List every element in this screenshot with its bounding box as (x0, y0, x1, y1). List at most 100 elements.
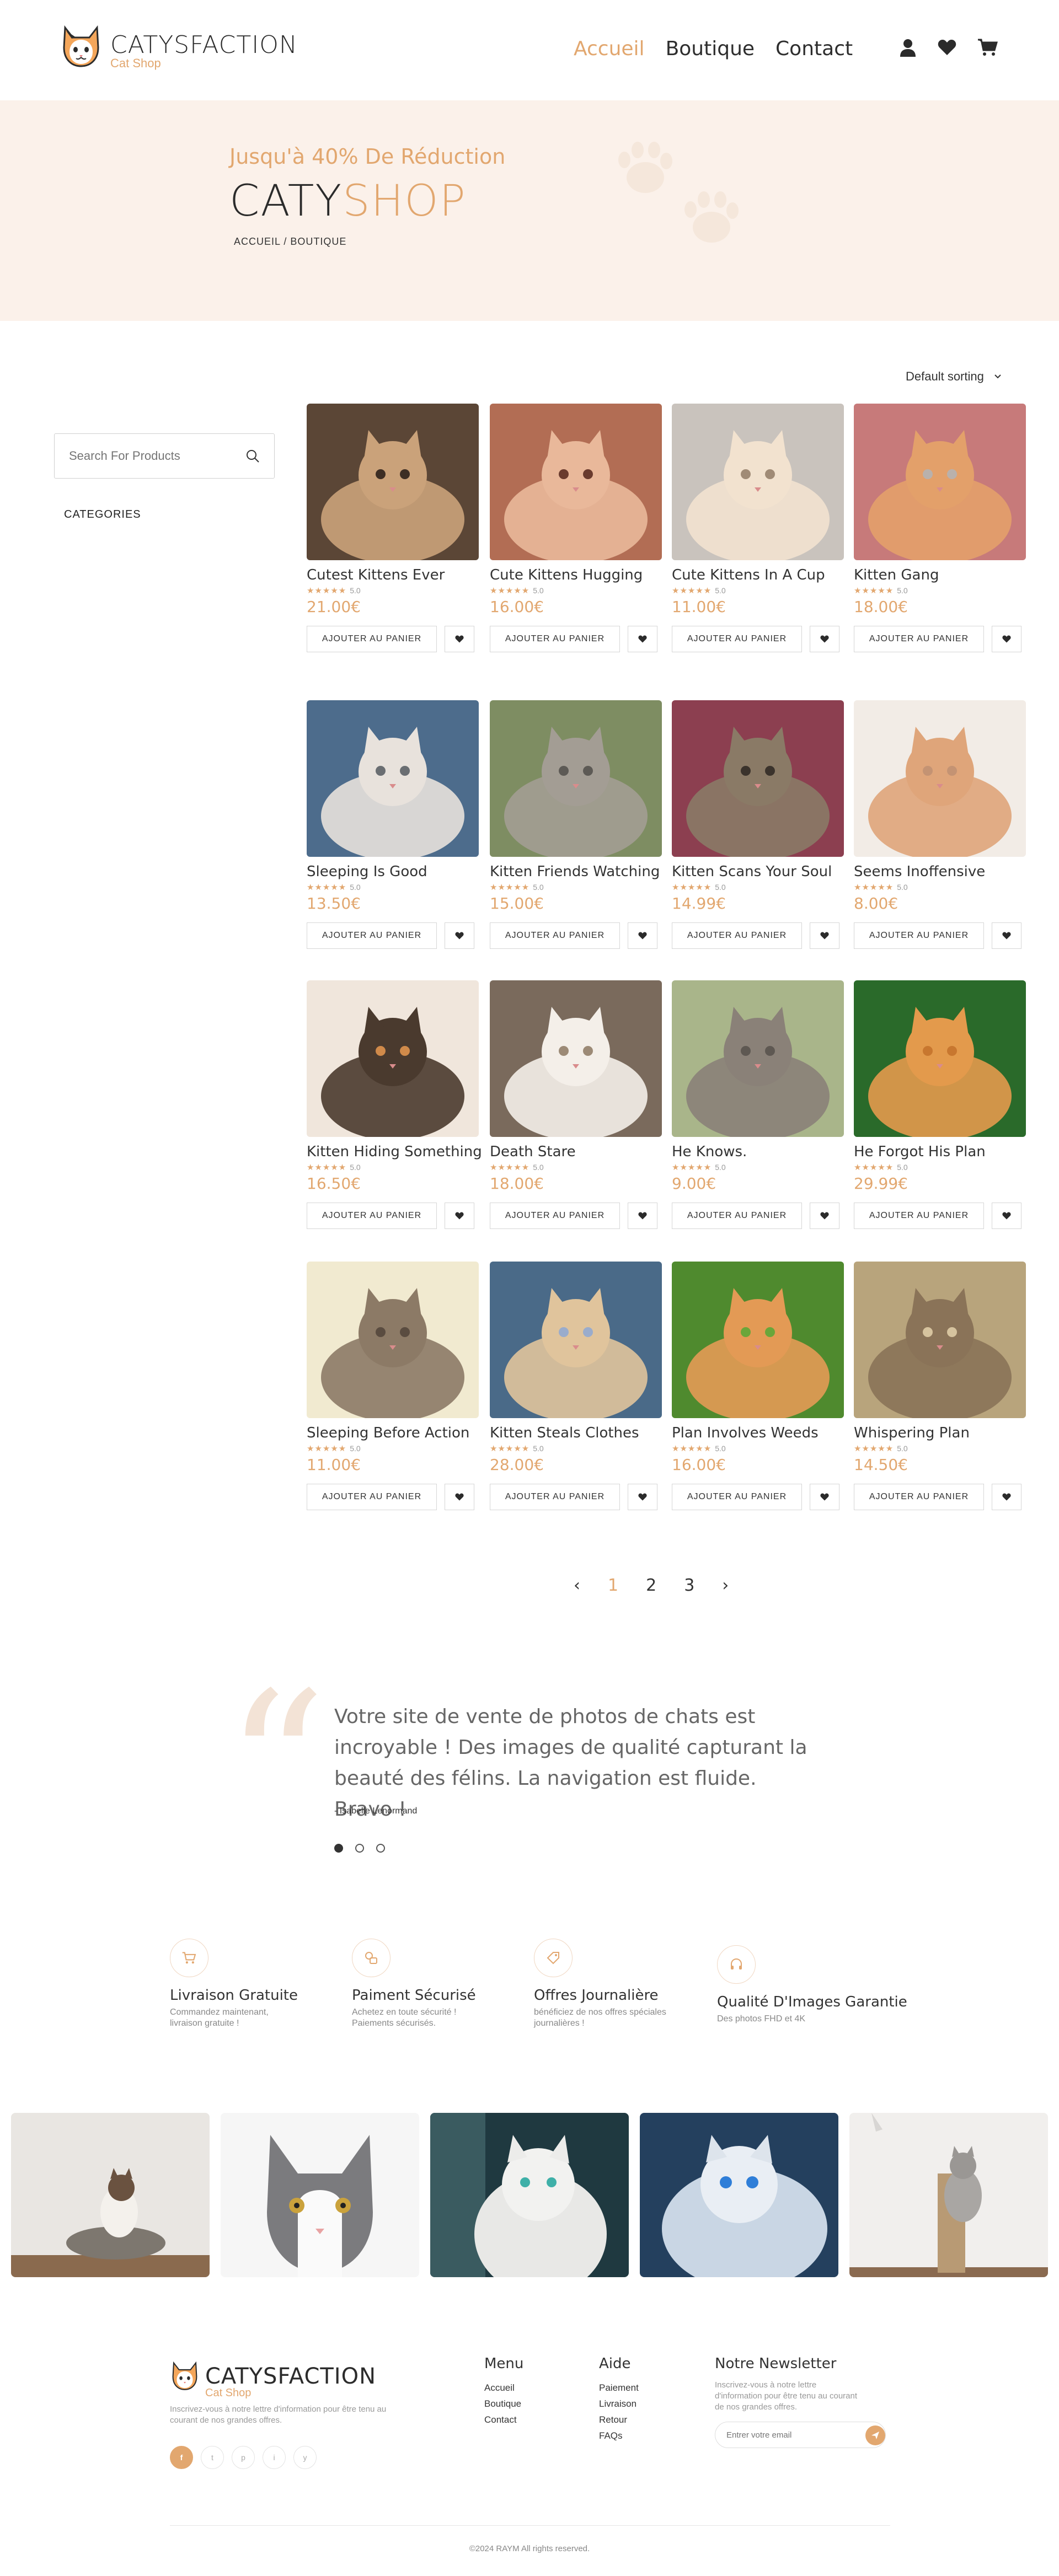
product-name[interactable]: Kitten Scans Your Soul (672, 863, 844, 880)
page-2[interactable]: 2 (646, 1576, 656, 1595)
wishlist-button[interactable] (992, 922, 1021, 949)
add-to-cart-button[interactable]: AJOUTER AU PANIER (490, 626, 620, 652)
gallery-image[interactable] (430, 2113, 629, 2277)
footer-link-paiement[interactable]: Paiement (599, 2380, 639, 2396)
search-icon[interactable] (245, 449, 260, 463)
wishlist-button[interactable] (810, 1484, 839, 1510)
add-to-cart-button[interactable]: AJOUTER AU PANIER (307, 626, 437, 652)
product-image[interactable] (854, 980, 1026, 1137)
product-card[interactable]: Whispering Plan ★★★★★ 5.0 14.50€ AJOUTER AU … (854, 1262, 1026, 1510)
footer-logo[interactable]: CATYSFACTION Cat Shop (170, 2360, 376, 2398)
user-icon[interactable] (899, 38, 917, 60)
product-card[interactable]: Sleeping Before Action ★★★★★ 5.0 11.00€ AJOU… (307, 1262, 479, 1510)
youtube-icon[interactable]: y (293, 2446, 317, 2469)
product-image[interactable] (854, 1262, 1026, 1418)
wishlist-button[interactable] (628, 626, 657, 652)
product-name[interactable]: Sleeping Before Action (307, 1425, 479, 1441)
gallery-image[interactable] (640, 2113, 838, 2277)
product-image[interactable] (490, 404, 662, 560)
add-to-cart-button[interactable]: AJOUTER AU PANIER (307, 922, 437, 949)
add-to-cart-button[interactable]: AJOUTER AU PANIER (672, 922, 802, 949)
wishlist-button[interactable] (445, 626, 474, 652)
product-name[interactable]: Kitten Gang (854, 567, 1026, 583)
product-image[interactable] (672, 1262, 844, 1418)
gallery-image[interactable] (221, 2113, 419, 2277)
product-name[interactable]: Kitten Friends Watching (490, 863, 662, 880)
footer-link-retour[interactable]: Retour (599, 2412, 639, 2428)
product-image[interactable] (307, 404, 479, 560)
facebook-icon[interactable]: f (170, 2446, 193, 2469)
product-image[interactable] (307, 980, 479, 1137)
wishlist-button[interactable] (628, 1484, 657, 1510)
cart-icon[interactable] (977, 39, 998, 59)
product-card[interactable]: Cute Kittens Hugging ★★★★★ 5.0 16.00€ AJOUTE… (490, 404, 662, 652)
wishlist-button[interactable] (810, 1203, 839, 1229)
pinterest-icon[interactable]: p (232, 2446, 255, 2469)
product-image[interactable] (854, 700, 1026, 857)
add-to-cart-button[interactable]: AJOUTER AU PANIER (672, 626, 802, 652)
product-name[interactable]: Kitten Steals Clothes (490, 1425, 662, 1441)
add-to-cart-button[interactable]: AJOUTER AU PANIER (490, 922, 620, 949)
product-name[interactable]: He Knows. (672, 1144, 844, 1160)
heart-icon[interactable] (938, 39, 956, 58)
product-image[interactable] (307, 1262, 479, 1418)
product-name[interactable]: Sleeping Is Good (307, 863, 479, 880)
product-card[interactable]: Kitten Scans Your Soul ★★★★★ 5.0 14.99€ AJOU… (672, 700, 844, 949)
pagination-next-icon[interactable]: › (722, 1576, 729, 1595)
wishlist-button[interactable] (445, 1203, 474, 1229)
product-card[interactable]: Plan Involves Weeds ★★★★★ 5.0 16.00€ AJOUTER… (672, 1262, 844, 1510)
search-input[interactable] (69, 449, 245, 463)
slider-dot-2[interactable] (355, 1844, 364, 1853)
wishlist-button[interactable] (810, 626, 839, 652)
product-name[interactable]: Kitten Hiding Something (307, 1144, 482, 1160)
product-name[interactable]: Cute Kittens In A Cup (672, 567, 844, 583)
product-card[interactable]: Kitten Friends Watching ★★★★★ 5.0 15.00€ AJO… (490, 700, 662, 949)
product-name[interactable]: Cutest Kittens Ever (307, 567, 479, 583)
footer-link-accueil[interactable]: Accueil (484, 2380, 523, 2396)
slider-dot-1[interactable] (334, 1844, 343, 1853)
wishlist-button[interactable] (810, 922, 839, 949)
wishlist-button[interactable] (445, 1484, 474, 1510)
footer-link-livraison[interactable]: Livraison (599, 2396, 639, 2412)
footer-link-boutique[interactable]: Boutique (484, 2396, 523, 2412)
product-card[interactable]: He Forgot His Plan ★★★★★ 5.0 29.99€ AJOUTER … (854, 980, 1026, 1229)
product-name[interactable]: He Forgot His Plan (854, 1144, 1026, 1160)
twitter-icon[interactable]: t (201, 2446, 224, 2469)
wishlist-button[interactable] (992, 626, 1021, 652)
pagination-prev-icon[interactable]: ‹ (574, 1576, 580, 1595)
product-card[interactable]: Kitten Hiding Something ★★★★★ 5.0 16.50€ AJO… (307, 980, 482, 1229)
product-card[interactable]: Cute Kittens In A Cup ★★★★★ 5.0 11.00€ AJOUT… (672, 404, 844, 652)
gallery-image[interactable] (11, 2113, 210, 2277)
product-name[interactable]: Cute Kittens Hugging (490, 567, 662, 583)
product-name[interactable]: Plan Involves Weeds (672, 1425, 844, 1441)
wishlist-button[interactable] (992, 1484, 1021, 1510)
page-3[interactable]: 3 (684, 1576, 694, 1595)
product-image[interactable] (490, 700, 662, 857)
product-image[interactable] (490, 1262, 662, 1418)
instagram-icon[interactable]: i (263, 2446, 286, 2469)
product-image[interactable] (490, 980, 662, 1137)
product-card[interactable]: Sleeping Is Good ★★★★★ 5.0 13.50€ AJOUTER AU… (307, 700, 479, 949)
nav-contact[interactable]: Contact (775, 37, 853, 60)
nav-accueil[interactable]: Accueil (574, 37, 645, 60)
add-to-cart-button[interactable]: AJOUTER AU PANIER (490, 1203, 620, 1229)
product-name[interactable]: Death Stare (490, 1144, 662, 1160)
product-image[interactable] (672, 700, 844, 857)
breadcrumb[interactable]: ACCUEIL / BOUTIQUE (234, 236, 346, 248)
product-card[interactable]: Kitten Steals Clothes ★★★★★ 5.0 28.00€ AJOUT… (490, 1262, 662, 1510)
wishlist-button[interactable] (992, 1203, 1021, 1229)
add-to-cart-button[interactable]: AJOUTER AU PANIER (854, 1484, 984, 1510)
product-card[interactable]: Death Stare ★★★★★ 5.0 18.00€ AJOUTER AU PANI… (490, 980, 662, 1229)
add-to-cart-button[interactable]: AJOUTER AU PANIER (307, 1203, 437, 1229)
product-card[interactable]: Kitten Gang ★★★★★ 5.0 18.00€ AJOUTER AU PANI… (854, 404, 1026, 652)
gallery-image[interactable] (849, 2113, 1048, 2277)
wishlist-button[interactable] (628, 922, 657, 949)
send-button[interactable] (865, 2425, 885, 2445)
add-to-cart-button[interactable]: AJOUTER AU PANIER (854, 922, 984, 949)
product-image[interactable] (307, 700, 479, 857)
add-to-cart-button[interactable]: AJOUTER AU PANIER (490, 1484, 620, 1510)
add-to-cart-button[interactable]: AJOUTER AU PANIER (854, 1203, 984, 1229)
product-image[interactable] (672, 980, 844, 1137)
sorting-select[interactable]: Default sorting (906, 369, 1002, 384)
add-to-cart-button[interactable]: AJOUTER AU PANIER (672, 1203, 802, 1229)
